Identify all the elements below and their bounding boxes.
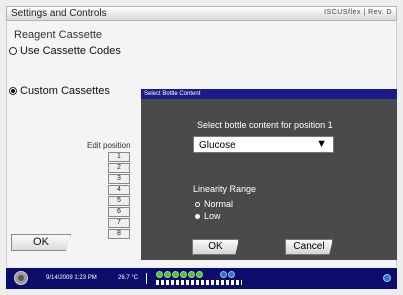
position-4-button[interactable]: 4 [108, 185, 130, 195]
cassette-status-icon [196, 271, 203, 278]
dialog-cancel-button[interactable]: Cancel [285, 239, 333, 255]
dialog-title: Select Bottle Content [141, 89, 397, 99]
bottle-content-select[interactable]: Glucose ▼ [193, 136, 334, 153]
position-8-button[interactable]: 8 [108, 229, 130, 239]
cassette-status-icon [228, 271, 235, 278]
divider [146, 273, 147, 284]
edit-position-label: Edit position [87, 141, 131, 150]
option-label: Low [204, 211, 221, 221]
ok-button[interactable]: OK [11, 234, 71, 251]
cassette-status-icon [180, 271, 187, 278]
dialog-prompt: Select bottle content for position 1 [197, 120, 333, 130]
brand-label: ISCUSflex | Rev. D [324, 9, 392, 16]
radio-unselected-icon [195, 201, 200, 207]
globe-icon[interactable] [383, 274, 391, 282]
position-1-button[interactable]: 1 [108, 152, 130, 162]
position-6-button[interactable]: 6 [108, 207, 130, 217]
title-bar: Settings and Controls ISCUSflex | Rev. D [6, 6, 397, 21]
custom-cassettes-option[interactable]: Custom Cassettes [9, 85, 110, 97]
cassette-status-icon [156, 271, 163, 278]
power-icon[interactable] [14, 271, 28, 285]
option-label: Normal [204, 199, 234, 209]
radio-selected-icon [9, 87, 17, 95]
cassette-status-icon [172, 271, 179, 278]
dialog-ok-button[interactable]: OK [192, 239, 239, 255]
cassette-status-icon [188, 271, 195, 278]
window-title: Settings and Controls [11, 8, 107, 19]
position-2-button[interactable]: 2 [108, 163, 130, 173]
radio-selected-icon [195, 213, 200, 219]
option-label: Use Cassette Codes [20, 45, 121, 57]
position-7-button[interactable]: 7 [108, 218, 130, 228]
cassette-status-icon [164, 271, 171, 278]
linearity-range-title: Linearity Range [193, 184, 257, 194]
radio-unselected-icon [9, 47, 17, 55]
use-cassette-codes-option[interactable]: Use Cassette Codes [9, 45, 121, 57]
select-bottle-content-dialog: Select Bottle Content Select bottle cont… [141, 89, 397, 260]
option-label: Custom Cassettes [20, 85, 110, 97]
chevron-down-icon: ▼ [316, 138, 327, 150]
selected-content: Glucose [199, 140, 236, 151]
vial-indicators [156, 280, 242, 285]
section-title: Reagent Cassette [14, 29, 103, 41]
linearity-normal-option[interactable]: Normal [195, 199, 233, 209]
linearity-low-option[interactable]: Low [195, 211, 221, 221]
position-5-button[interactable]: 5 [108, 196, 130, 206]
position-3-button[interactable]: 3 [108, 174, 130, 184]
status-bar: 9/14/2009 1:23 PM 26.7 °C [6, 268, 397, 289]
temperature-readout: 26.7 °C [118, 275, 139, 281]
datetime-readout: 9/14/2009 1:23 PM [46, 275, 97, 281]
cassette-status-icon [220, 271, 227, 278]
